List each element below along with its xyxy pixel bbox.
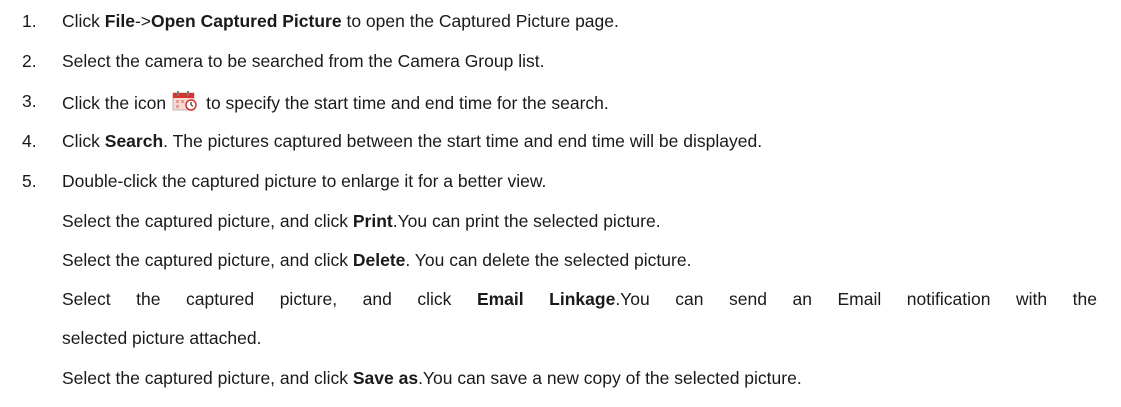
button-save-as-label: Save as [352, 368, 419, 388]
step-text: . The pictures captured between the star… [163, 131, 763, 151]
button-print-label: Print [352, 211, 393, 231]
button-delete-label: Delete [352, 250, 406, 270]
step-number: 4. [22, 131, 37, 151]
step-text: Click [62, 11, 105, 31]
menu-file: File [104, 11, 135, 31]
step-number: 5. [22, 171, 37, 191]
calendar-icon [172, 90, 198, 112]
step-text: to open the Captured Picture page. [341, 11, 619, 31]
step-number: 2. [22, 51, 37, 71]
step-number: 3. [22, 91, 37, 111]
step-text: Double-click the captured picture to enl… [62, 171, 547, 191]
sub-item-print: Select the captured picture, and click P… [62, 211, 661, 231]
menu-separator: -> [134, 11, 151, 31]
step-text: Select the camera to be searched from th… [62, 51, 545, 71]
sub-item-email-linkage-cont: selected picture attached. [62, 328, 262, 348]
sub-item-save-as: Select the captured picture, and click S… [62, 368, 802, 388]
sub-item-email-linkage: Select the captured picture, and click E… [62, 289, 1097, 309]
step-number: 1. [22, 11, 37, 31]
menu-open-captured-picture: Open Captured Picture [151, 11, 342, 31]
sub-item-delete: Select the captured picture, and click D… [62, 250, 692, 270]
button-email-linkage-label: Email Linkage [476, 289, 616, 309]
document-page: 1. Click File->Open Captured Picture to … [0, 0, 1121, 407]
step-text: Click the icon [62, 93, 167, 113]
step-text: to specify the start time and end time f… [206, 93, 609, 113]
step-text: Click [62, 131, 105, 151]
button-search-label: Search [104, 131, 164, 151]
